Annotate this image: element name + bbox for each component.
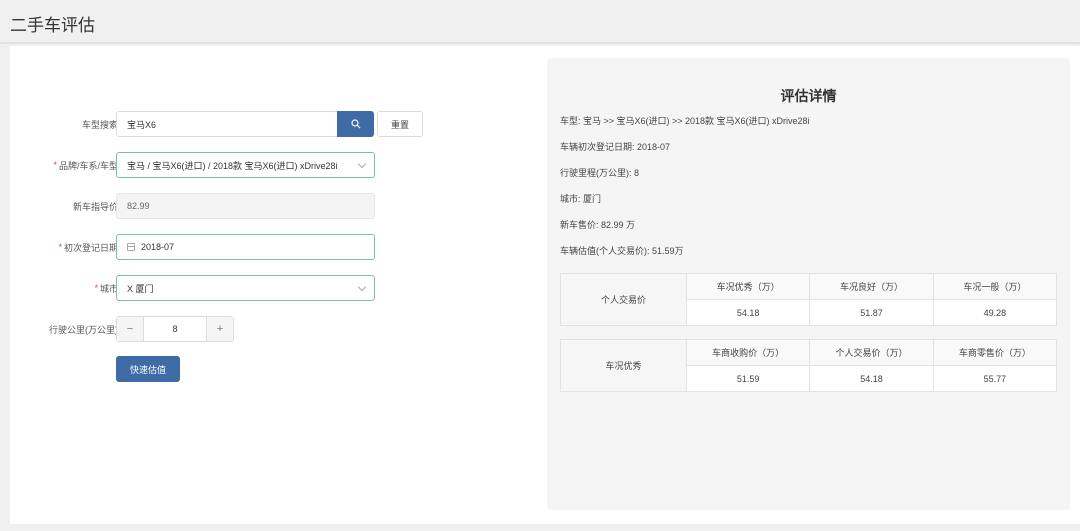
search-icon: [350, 119, 360, 129]
msrp-field: 82.99: [116, 193, 375, 219]
model-search-input[interactable]: 宝马X6: [116, 111, 338, 137]
quick-estimate-button[interactable]: 快速估值: [116, 356, 180, 382]
detail-valuation: 车辆估值(个人交易价): 51.59万: [560, 246, 684, 256]
city-label: * 城市: [94, 283, 118, 294]
increment-button[interactable]: +: [207, 317, 233, 341]
mileage-label: 行驶公里(万公里): [49, 324, 118, 335]
table-cell: 54.18: [685, 299, 811, 326]
table-header: 车商零售价（万）: [932, 339, 1058, 366]
page-title: 二手车评估: [10, 16, 95, 35]
reg-date-picker[interactable]: 2018-07: [116, 234, 375, 260]
model-search-label: 车型搜索: [81, 119, 118, 130]
brand-label: * 品牌/车系/车型: [53, 160, 118, 171]
detail-city: 城市: 厦门: [560, 194, 602, 204]
reset-button[interactable]: 重置: [377, 111, 423, 137]
title-divider: [0, 42, 1080, 44]
calendar-icon: [127, 243, 135, 251]
decrement-button[interactable]: −: [117, 317, 143, 341]
mileage-stepper[interactable]: − 8 +: [116, 316, 234, 342]
chevron-down-icon: [357, 282, 367, 292]
mileage-input[interactable]: 8: [143, 317, 207, 341]
table-cell: 54.18: [809, 365, 934, 392]
brand-select[interactable]: 宝马 / 宝马X6(进口) / 2018款 宝马X6(进口) xDrive28i: [116, 152, 375, 178]
table-side-label: 车况优秀: [560, 339, 687, 392]
table-side-label: 个人交易价: [560, 273, 687, 326]
price-table-personal: 个人交易价 车况优秀（万） 车况良好（万） 车况一般（万） 54.18 51.8…: [560, 273, 1058, 326]
table-cell: 55.77: [932, 365, 1058, 392]
table-header: 车况优秀（万）: [685, 273, 811, 300]
table-header: 车况一般（万）: [932, 273, 1058, 300]
detail-price: 新车售价: 82.99 万: [560, 220, 636, 230]
details-title: 评估详情: [780, 88, 837, 104]
city-select[interactable]: X 厦门: [116, 275, 375, 301]
price-table-excellent: 车况优秀 车商收购价（万） 个人交易价（万） 车商零售价（万） 51.59 54…: [560, 339, 1058, 392]
table-header: 个人交易价（万）: [809, 339, 934, 366]
detail-model: 车型: 宝马 >> 宝马X6(进口) >> 2018款 宝马X6(进口) xDr…: [560, 116, 810, 126]
evaluation-details-panel: 评估详情 车型: 宝马 >> 宝马X6(进口) >> 2018款 宝马X6(进口…: [547, 58, 1070, 510]
msrp-label: 新车指导价: [72, 201, 118, 212]
table-cell: 51.59: [685, 365, 811, 392]
table-header: 车商收购价（万）: [685, 339, 811, 366]
reg-date-label: * 初次登记日期: [58, 242, 118, 253]
detail-reg-date: 车辆初次登记日期: 2018-07: [560, 142, 671, 152]
table-cell: 49.28: [932, 299, 1058, 326]
main-card: 车型搜索 宝马X6 重置 * 品牌/车系/车型 宝马 / 宝马X6(进口) / 2…: [10, 46, 1080, 524]
table-cell: 51.87: [809, 299, 934, 326]
table-header: 车况良好（万）: [809, 273, 934, 300]
detail-mileage: 行驶里程(万公里): 8: [560, 168, 640, 178]
chevron-down-icon: [357, 159, 367, 169]
search-button[interactable]: [337, 111, 374, 137]
